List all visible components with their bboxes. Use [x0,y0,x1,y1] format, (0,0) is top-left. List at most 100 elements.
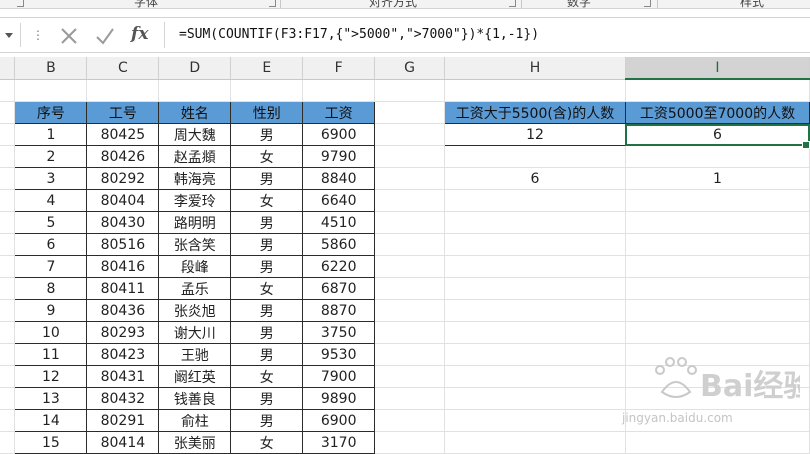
table-cell[interactable]: 13 [14,387,88,410]
table-cell[interactable]: 男 [230,123,304,146]
column-header-f[interactable]: F [302,57,376,80]
empty-cell[interactable] [625,189,810,212]
table-cell[interactable]: 80432 [86,387,160,410]
empty-cell[interactable] [374,211,446,234]
empty-cell[interactable] [0,233,16,256]
enter-check-icon[interactable] [94,25,116,47]
empty-cell[interactable] [0,387,16,410]
column-header-c[interactable]: C [86,57,160,80]
summary-header-h[interactable]: 工资大于5500(含)的人数 [444,101,626,124]
table-cell[interactable]: 女 [230,277,304,300]
table-cell[interactable]: 5860 [302,233,376,256]
empty-cell[interactable] [374,365,446,388]
name-box-dropdown[interactable] [0,23,21,47]
empty-cell[interactable] [0,321,16,344]
column-header-e[interactable]: E [230,57,304,80]
table-cell[interactable]: 王驰 [158,343,232,366]
extra-value-i[interactable]: 1 [625,167,810,190]
column-header-i[interactable]: I [625,57,810,80]
empty-cell[interactable] [374,409,446,432]
empty-cell[interactable] [444,365,626,388]
column-header-h[interactable]: H [444,57,626,80]
empty-cell[interactable] [444,189,626,212]
empty-cell[interactable] [374,387,446,410]
extra-value-h[interactable]: 6 [444,167,626,190]
summary-header-i[interactable]: 工资5000至7000的人数 [624,101,810,124]
table-header-cell[interactable]: 工号 [86,101,160,124]
empty-cell[interactable] [374,431,446,454]
table-cell[interactable]: 6900 [302,409,376,432]
empty-cell[interactable] [625,145,810,168]
table-cell[interactable]: 80411 [86,277,160,300]
empty-cell[interactable] [0,167,16,190]
table-header-cell[interactable]: 序号 [14,101,88,124]
table-cell[interactable]: 9890 [302,387,376,410]
empty-cell[interactable] [0,255,16,278]
table-cell[interactable]: 女 [230,189,304,212]
table-cell[interactable]: 3750 [302,321,376,344]
empty-cell[interactable] [625,211,810,234]
table-cell[interactable]: 谢大川 [158,321,232,344]
empty-cell[interactable] [444,299,626,322]
table-cell[interactable]: 7900 [302,365,376,388]
table-cell[interactable]: 男 [230,167,304,190]
empty-cell[interactable] [374,321,446,344]
empty-cell[interactable] [444,145,626,168]
empty-cell[interactable] [0,211,16,234]
table-cell[interactable]: 80430 [86,211,160,234]
table-cell[interactable]: 10 [14,321,88,344]
column-header-b[interactable]: B [14,57,88,80]
table-cell[interactable]: 6640 [302,189,376,212]
empty-cell[interactable] [625,431,810,454]
table-cell[interactable]: 4510 [302,211,376,234]
table-cell[interactable]: 俞柱 [158,409,232,432]
empty-cell[interactable] [0,343,16,366]
table-cell[interactable]: 80404 [86,189,160,212]
table-cell[interactable]: 6220 [302,255,376,278]
empty-cell[interactable] [374,233,446,256]
table-cell[interactable]: 6900 [302,123,376,146]
summary-value-h[interactable]: 12 [444,123,626,146]
table-cell[interactable]: 张含笑 [158,233,232,256]
empty-cell[interactable] [374,255,446,278]
table-cell[interactable]: 80414 [86,431,160,454]
table-cell[interactable]: 女 [230,365,304,388]
empty-cell[interactable] [0,277,16,300]
table-cell[interactable]: 5 [14,211,88,234]
empty-cell[interactable] [86,79,160,102]
empty-cell[interactable] [374,277,446,300]
empty-cell[interactable] [444,255,626,278]
empty-cell[interactable] [230,79,304,102]
table-cell[interactable]: 8840 [302,167,376,190]
table-cell[interactable]: 张炎旭 [158,299,232,322]
empty-cell[interactable] [444,431,626,454]
empty-cell[interactable] [444,277,626,300]
empty-cell[interactable] [0,365,16,388]
empty-cell[interactable] [374,299,446,322]
summary-value-i[interactable]: 6 [624,123,810,146]
table-cell[interactable]: 12 [14,365,88,388]
table-cell[interactable]: 80516 [86,233,160,256]
table-cell[interactable]: 女 [230,431,304,454]
table-cell[interactable]: 4 [14,189,88,212]
formula-input[interactable]: =SUM(COUNTIF(F3:F17,{">5000",">7000"})*{… [164,22,810,48]
table-cell[interactable]: 80431 [86,365,160,388]
table-cell[interactable]: 80423 [86,343,160,366]
table-cell[interactable]: 男 [230,343,304,366]
table-cell[interactable]: 张美丽 [158,431,232,454]
more-options-icon[interactable]: ⋮ [32,26,44,44]
table-cell[interactable]: 赵孟頫 [158,145,232,168]
table-cell[interactable]: 孟乐 [158,277,232,300]
insert-function-icon[interactable]: fx [131,24,148,44]
font-dialog-launcher-icon-2[interactable] [269,0,276,7]
table-cell[interactable]: 80426 [86,145,160,168]
table-cell[interactable]: 9530 [302,343,376,366]
table-cell[interactable]: 9 [14,299,88,322]
empty-cell[interactable] [444,409,626,432]
table-cell[interactable]: 15 [14,431,88,454]
table-cell[interactable]: 路明明 [158,211,232,234]
empty-cell[interactable] [625,277,810,300]
table-cell[interactable]: 3 [14,167,88,190]
empty-cell[interactable] [625,255,810,278]
table-cell[interactable]: 11 [14,343,88,366]
